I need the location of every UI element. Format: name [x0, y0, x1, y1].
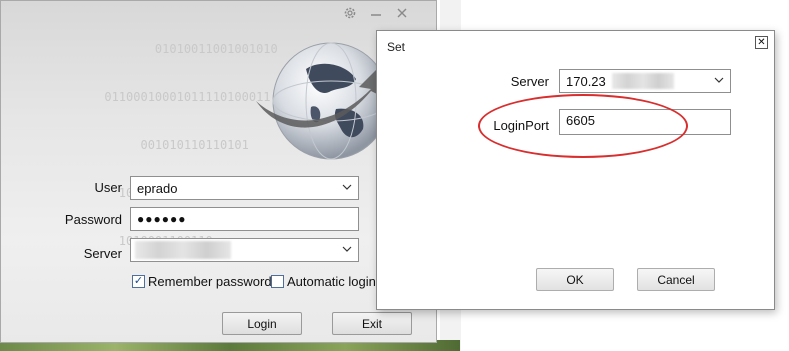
checkmark-icon: ✓ [132, 275, 145, 288]
window-controls [342, 5, 410, 21]
cancel-button[interactable]: Cancel [637, 268, 715, 291]
login-window: 01010011001001010 0110001000101111010001… [0, 0, 437, 343]
minimize-icon[interactable] [368, 5, 384, 21]
dialog-server-value: 170.23 [566, 73, 606, 89]
password-label: Password [64, 212, 122, 227]
gear-icon[interactable] [342, 5, 358, 21]
password-value: ●●●●●● [137, 212, 187, 226]
chevron-down-icon [342, 184, 352, 190]
remember-password-checkbox[interactable]: ✓ Remember password [132, 274, 272, 289]
redacted-server-address [135, 241, 231, 259]
login-button[interactable]: Login [222, 312, 302, 335]
dialog-title: Set [387, 40, 406, 54]
close-icon[interactable]: ✕ [755, 36, 768, 49]
server-label: Server [83, 246, 122, 261]
dialog-server-label: Server [510, 74, 549, 89]
remember-password-label: Remember password [148, 274, 272, 289]
user-value: eprado [137, 180, 178, 196]
loginport-value: 6605 [566, 113, 595, 128]
password-field[interactable]: ●●●●●● [130, 207, 359, 231]
redacted-server-address [612, 73, 674, 89]
user-select[interactable]: eprado [130, 176, 359, 200]
dialog-server-select[interactable]: 170.23 [559, 69, 731, 93]
automatic-login-checkbox[interactable]: Automatic login [271, 274, 376, 289]
user-label: User [94, 180, 122, 195]
close-icon[interactable] [394, 5, 410, 21]
ok-button[interactable]: OK [536, 268, 614, 291]
set-dialog: Set ✕ Server 170.23 LoginPort 6605 OK Ca… [376, 30, 775, 310]
loginport-label: LoginPort [493, 118, 549, 133]
exit-button[interactable]: Exit [332, 312, 412, 335]
globe-logo [251, 29, 390, 164]
automatic-login-label: Automatic login [287, 274, 376, 289]
loginport-field[interactable]: 6605 [559, 109, 731, 135]
checkbox-empty-icon [271, 275, 284, 288]
chevron-down-icon [342, 246, 352, 252]
chevron-down-icon [714, 77, 724, 83]
server-select[interactable] [130, 238, 359, 262]
